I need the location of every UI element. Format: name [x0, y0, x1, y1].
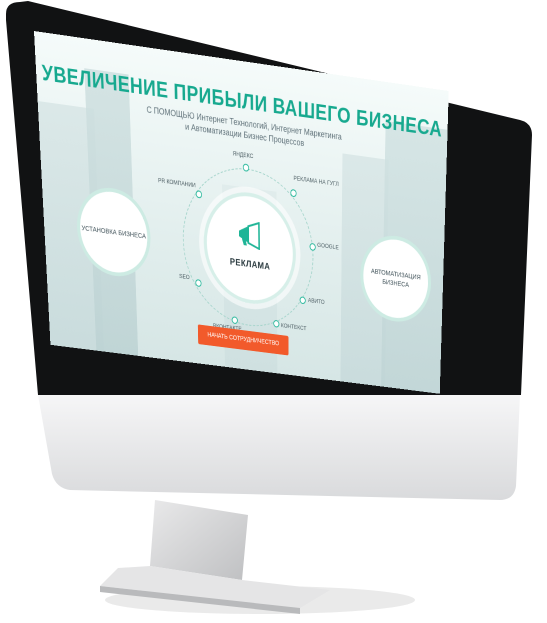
node-dot: [195, 279, 202, 288]
node-dot: [309, 242, 316, 252]
node-yandex[interactable]: ЯНДЕКС: [232, 151, 253, 161]
node-dot: [290, 188, 297, 198]
node-dot: [242, 163, 250, 172]
business-setup-label: УСТАНОВКА БИЗНЕСА: [81, 223, 147, 241]
node-dot: [273, 319, 280, 328]
node-google[interactable]: GOOGLE: [317, 242, 339, 251]
website-screen: УВЕЛИЧЕНИЕ ПРИБЫЛИ ВАШЕГО БИЗНЕСА С ПОМО…: [34, 31, 449, 394]
node-dot: [299, 296, 306, 305]
advertising-label: РЕКЛАМА: [229, 257, 271, 273]
monitor-mockup: УВЕЛИЧЕНИЕ ПРИБЫЛИ ВАШЕГО БИЗНЕСА С ПОМО…: [0, 0, 547, 623]
business-automation-label: АВТОМАТИЗАЦИЯ БИЗНЕСА: [370, 266, 421, 289]
node-context[interactable]: КОНТЕКСТ: [281, 323, 307, 333]
node-dot: [195, 190, 203, 199]
node-google-ads[interactable]: РЕКЛАМА НА ГУГЛ: [293, 175, 338, 188]
node-pr[interactable]: PR КОМПАНИИ: [158, 177, 196, 189]
node-seo[interactable]: SEO: [179, 273, 190, 281]
megaphone-icon: [238, 219, 264, 251]
node-dot: [231, 316, 238, 325]
node-avito[interactable]: АВИТО: [308, 297, 325, 305]
